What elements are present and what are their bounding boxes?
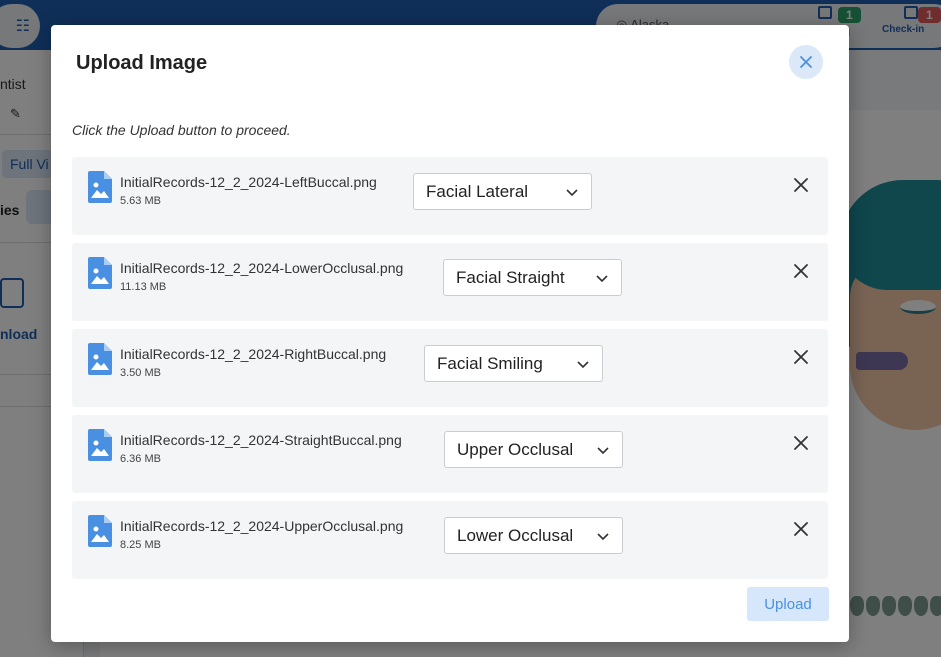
upload-image-dialog: Upload Image Click the Upload button to … bbox=[51, 25, 849, 642]
file-row: InitialRecords-12_2_2024-RightBuccal.png… bbox=[72, 329, 828, 407]
image-type-select[interactable]: Facial Straight bbox=[443, 259, 622, 296]
chevron-down-icon bbox=[566, 189, 578, 197]
image-type-select[interactable]: Facial Lateral bbox=[413, 173, 592, 210]
chevron-down-icon bbox=[597, 533, 609, 541]
image-type-select[interactable]: Upper Occlusal bbox=[444, 431, 623, 468]
file-name: InitialRecords-12_2_2024-StraightBuccal.… bbox=[120, 432, 402, 448]
file-size: 5.63 MB bbox=[120, 195, 161, 207]
upload-button[interactable]: Upload bbox=[747, 587, 829, 621]
file-row: InitialRecords-12_2_2024-StraightBuccal.… bbox=[72, 415, 828, 493]
image-type-value: Upper Occlusal bbox=[457, 439, 574, 459]
file-size: 6.36 MB bbox=[120, 453, 161, 465]
close-button[interactable] bbox=[789, 45, 823, 79]
remove-file-icon[interactable] bbox=[792, 176, 810, 194]
image-file-icon bbox=[88, 171, 112, 203]
remove-file-icon[interactable] bbox=[792, 434, 810, 452]
remove-file-icon[interactable] bbox=[792, 348, 810, 366]
image-file-icon bbox=[88, 515, 112, 547]
file-name: InitialRecords-12_2_2024-LeftBuccal.png bbox=[120, 174, 377, 190]
file-name: InitialRecords-12_2_2024-RightBuccal.png bbox=[120, 346, 387, 362]
instruction-text: Click the Upload button to proceed. bbox=[72, 122, 291, 138]
image-type-value: Facial Smiling bbox=[437, 353, 543, 373]
image-file-icon bbox=[88, 343, 112, 375]
file-size: 3.50 MB bbox=[120, 367, 161, 379]
file-size: 11.13 MB bbox=[120, 281, 167, 293]
file-size: 8.25 MB bbox=[120, 539, 161, 551]
image-type-value: Lower Occlusal bbox=[457, 525, 574, 545]
close-icon bbox=[800, 56, 812, 68]
chevron-down-icon bbox=[577, 361, 589, 369]
chevron-down-icon bbox=[596, 275, 608, 283]
file-name: InitialRecords-12_2_2024-UpperOcclusal.p… bbox=[120, 518, 404, 534]
image-type-value: Facial Straight bbox=[456, 267, 565, 287]
dialog-title: Upload Image bbox=[76, 52, 208, 74]
file-name: InitialRecords-12_2_2024-LowerOcclusal.p… bbox=[120, 260, 404, 276]
image-type-select[interactable]: Facial Smiling bbox=[424, 345, 603, 382]
image-file-icon bbox=[88, 257, 112, 289]
file-row: InitialRecords-12_2_2024-LowerOcclusal.p… bbox=[72, 243, 828, 321]
remove-file-icon[interactable] bbox=[792, 262, 810, 280]
image-file-icon bbox=[88, 429, 112, 461]
chevron-down-icon bbox=[597, 447, 609, 455]
image-type-value: Facial Lateral bbox=[426, 181, 529, 201]
remove-file-icon[interactable] bbox=[792, 520, 810, 538]
file-row: InitialRecords-12_2_2024-LeftBuccal.png … bbox=[72, 157, 828, 235]
image-type-select[interactable]: Lower Occlusal bbox=[444, 517, 623, 554]
file-row: InitialRecords-12_2_2024-UpperOcclusal.p… bbox=[72, 501, 828, 579]
